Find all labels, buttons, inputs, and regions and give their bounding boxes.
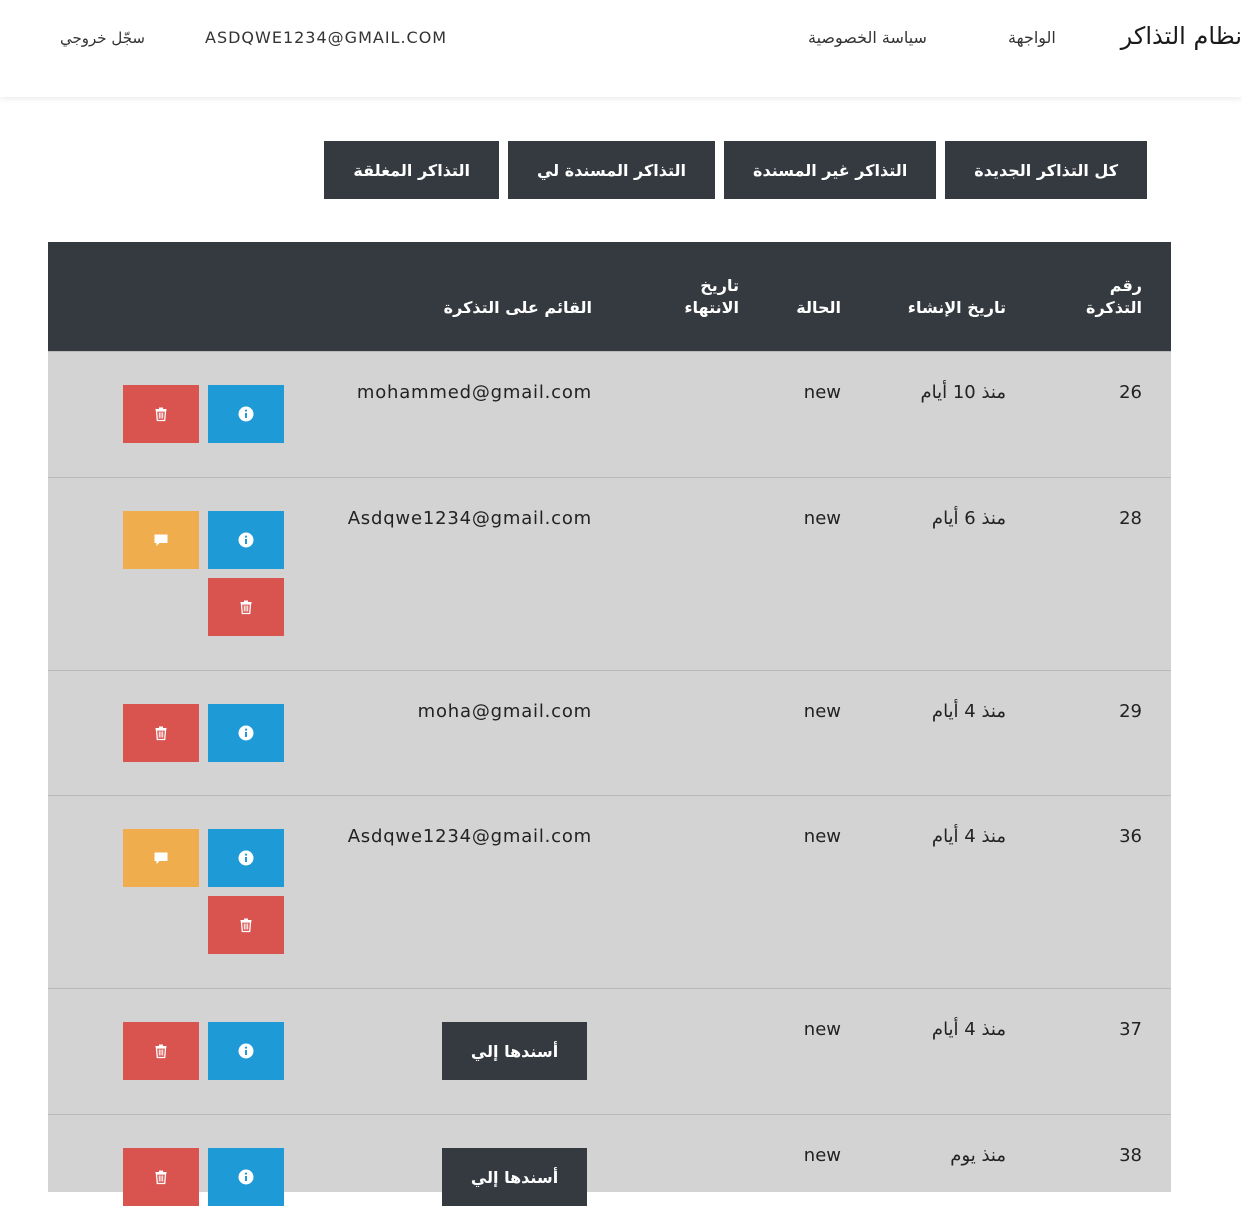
ticket-created: منذ 4 أيام [931, 826, 1006, 847]
trash-icon [155, 1044, 167, 1059]
comment-button[interactable] [123, 829, 199, 887]
delete-button[interactable] [123, 1148, 199, 1206]
info-circle-icon [238, 1169, 254, 1185]
info-circle-icon [238, 406, 254, 422]
filter-unassigned-button[interactable]: التذاكر غير المسندة [724, 141, 937, 199]
header-ticket-id: رقم التذكرة [1086, 276, 1142, 317]
ticket-owner: mohammed@gmail.com [356, 382, 592, 403]
table-row: 37 منذ 4 أيام new أسندها إلي [48, 988, 1171, 1114]
ticket-owner: moha@gmail.com [417, 701, 592, 722]
ticket-id: 26 [1119, 382, 1142, 403]
ticket-status: new [803, 701, 841, 722]
ticket-owner: Asdqwe1234@gmail.com [347, 508, 592, 529]
filter-closed-button[interactable]: التذاكر المغلقة [324, 141, 499, 199]
tickets-table: رقم التذكرة تاريخ الإنشاء الحالة تاريخ ا… [48, 242, 1171, 1206]
header-owner: القائم على التذكرة [443, 298, 592, 317]
ticket-id: 36 [1119, 826, 1142, 847]
trash-icon [155, 726, 167, 741]
info-button[interactable] [208, 704, 284, 762]
header-created: تاريخ الإنشاء [907, 298, 1006, 317]
info-circle-icon [238, 725, 254, 741]
delete-button[interactable] [208, 578, 284, 636]
table-row: 36 منذ 4 أيام new Asdqwe1234@gmail.com [48, 795, 1171, 988]
delete-button[interactable] [123, 1022, 199, 1080]
delete-button[interactable] [208, 896, 284, 954]
info-button[interactable] [208, 1148, 284, 1206]
info-button[interactable] [208, 385, 284, 443]
user-email[interactable]: ASDQWE1234@GMAIL.COM [205, 28, 447, 47]
table-header: رقم التذكرة تاريخ الإنشاء الحالة تاريخ ا… [48, 242, 1171, 351]
filter-all-new-button[interactable]: كل التذاكر الجديدة [945, 141, 1147, 199]
assign-to-me-button[interactable]: أسندها إلي [442, 1022, 587, 1080]
ticket-filter-bar: كل التذاكر الجديدة التذاكر غير المسندة ا… [322, 141, 1147, 199]
assign-to-me-button[interactable]: أسندها إلي [442, 1148, 587, 1206]
ticket-id: 38 [1119, 1145, 1142, 1166]
info-circle-icon [238, 1043, 254, 1059]
nav-link-home[interactable]: الواجهة [1008, 28, 1056, 47]
brand-title[interactable]: نظام التذاكر [1121, 22, 1242, 50]
delete-button[interactable] [123, 385, 199, 443]
table-row: 38 منذ يوم new أسندها إلي [48, 1114, 1171, 1206]
trash-icon [155, 407, 167, 422]
info-circle-icon [238, 532, 254, 548]
nav-link-privacy[interactable]: سياسة الخصوصية [808, 28, 927, 47]
table-row: 28 منذ 6 أيام new Asdqwe1234@gmail.com [48, 477, 1171, 670]
top-navbar: نظام التذاكر الواجهة سياسة الخصوصية ASDQ… [0, 0, 1242, 97]
header-status: الحالة [796, 298, 841, 317]
ticket-id: 29 [1119, 701, 1142, 722]
info-circle-icon [238, 850, 254, 866]
ticket-status: new [803, 826, 841, 847]
ticket-created: منذ 4 أيام [931, 1019, 1006, 1040]
trash-icon [240, 600, 252, 615]
table-row: 29 منذ 4 أيام new moha@gmail.com [48, 670, 1171, 795]
filter-assigned-to-me-button[interactable]: التذاكر المسندة لي [507, 141, 716, 199]
comment-button[interactable] [123, 511, 199, 569]
delete-button[interactable] [123, 704, 199, 762]
ticket-status: new [803, 382, 841, 403]
info-button[interactable] [208, 511, 284, 569]
ticket-status: new [803, 508, 841, 529]
comment-icon [154, 852, 168, 864]
table-row: 26 منذ 10 أيام new mohammed@gmail.com [48, 351, 1171, 477]
ticket-owner: Asdqwe1234@gmail.com [347, 826, 592, 847]
trash-icon [240, 918, 252, 933]
info-button[interactable] [208, 829, 284, 887]
ticket-id: 28 [1119, 508, 1142, 529]
comment-icon [154, 534, 168, 546]
info-button[interactable] [208, 1022, 284, 1080]
ticket-created: منذ 10 أيام [920, 382, 1006, 403]
ticket-created: منذ 4 أيام [931, 701, 1006, 722]
logout-link[interactable]: سجّل خروجي [60, 29, 145, 47]
ticket-status: new [803, 1019, 841, 1040]
ticket-created: منذ يوم [950, 1145, 1006, 1166]
ticket-status: new [803, 1145, 841, 1166]
ticket-created: منذ 6 أيام [931, 508, 1006, 529]
ticket-id: 37 [1119, 1019, 1142, 1040]
header-end-date: تاريخ الانتهاء [684, 276, 739, 317]
trash-icon [155, 1170, 167, 1185]
